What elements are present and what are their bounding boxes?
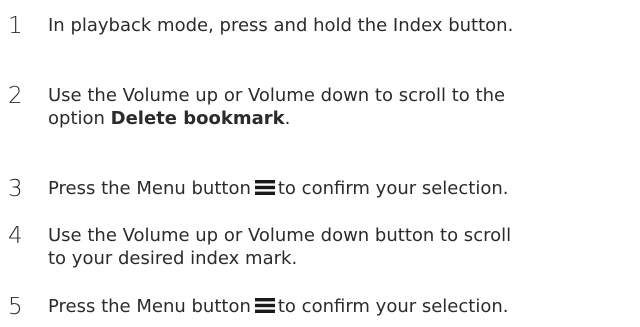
step-text: Press the Menu button to confirm your sel…	[48, 176, 508, 200]
step-number: 1	[8, 13, 23, 39]
step-text-suffix: .	[284, 108, 291, 129]
step-text-line: Use the Volume up or Volume down button …	[48, 225, 512, 246]
step-text: In playback mode, press and hold the Ind…	[48, 15, 514, 36]
step-text-after-icon: to confirm your selection.	[277, 296, 509, 317]
step-3: 3 Press the Menu button to confirm your s…	[0, 176, 640, 203]
step-4: 4 Use the Volume up or Volume down butto…	[0, 223, 640, 270]
menu-icon	[254, 298, 275, 313]
step-text: Use the Volume up or Volume down button …	[48, 223, 511, 270]
step-text-before-icon: Press the Menu button	[48, 178, 251, 199]
menu-icon	[254, 180, 275, 195]
step-2: 2 Use the Volume up or Volume down to sc…	[0, 83, 640, 130]
instruction-steps: 1 In playback mode, press and hold the I…	[0, 0, 640, 327]
step-text-line: to your desired index mark.	[48, 248, 298, 269]
step-text-after-icon: to confirm your selection.	[277, 178, 509, 199]
step-number: 2	[8, 83, 23, 109]
step-text-before-icon: Press the Menu button	[48, 296, 251, 317]
step-1: 1 In playback mode, press and hold the I…	[0, 13, 640, 40]
option-name: Delete bookmark	[110, 108, 285, 129]
step-number: 4	[8, 223, 23, 249]
step-number: 3	[8, 176, 23, 202]
step-text-prefix: option	[48, 108, 111, 129]
step-number: 5	[8, 294, 23, 320]
step-text: Use the Volume up or Volume down to scro…	[48, 83, 505, 130]
step-text: Press the Menu button to confirm your sel…	[48, 294, 508, 318]
step-5: 5 Press the Menu button to confirm your s…	[0, 294, 640, 321]
step-text-line: Use the Volume up or Volume down to scro…	[48, 85, 506, 106]
